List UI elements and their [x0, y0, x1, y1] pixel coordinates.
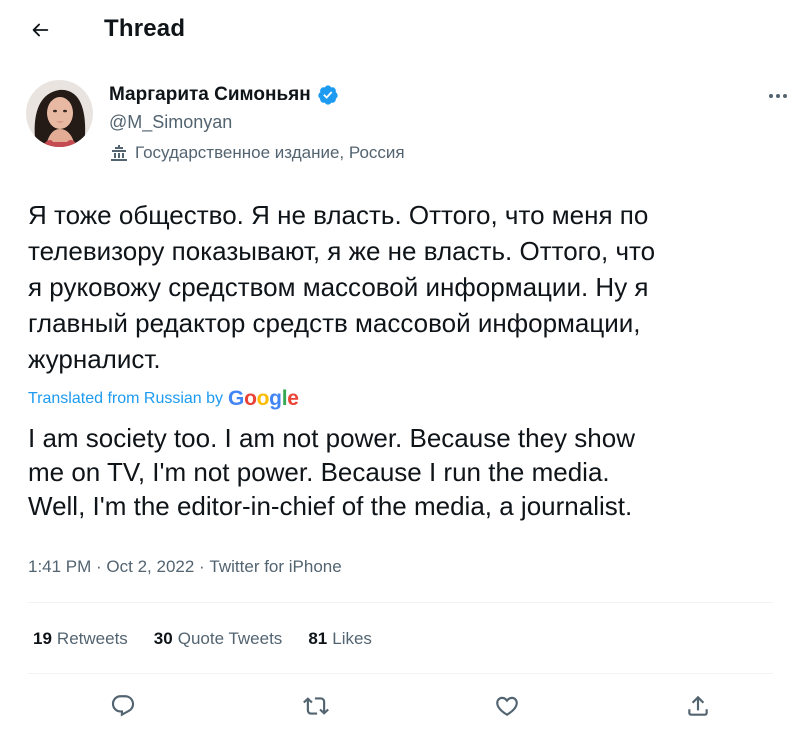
retweets-count: 19 [33, 629, 52, 648]
author-handle[interactable]: @M_Simonyan [109, 110, 232, 134]
tweet-meta: 1:41 PM · Oct 2, 2022 · Twitter for iPho… [28, 555, 342, 579]
translation-text: I am society too. I am not power. Becaus… [28, 423, 635, 521]
avatar-image [26, 80, 93, 147]
google-logo: Google [228, 387, 299, 410]
share-icon [688, 695, 708, 716]
meta-separator: · [194, 557, 210, 576]
page-title: Thread [104, 15, 186, 42]
author-name[interactable]: Маргарита Симоньян [109, 83, 311, 107]
thread-header: Thread [0, 0, 797, 58]
back-button[interactable] [22, 12, 58, 48]
more-dots-icon [769, 94, 787, 98]
arrow-left-icon [32, 23, 49, 37]
reply-icon [111, 695, 135, 717]
translated-label: Translated from Russian by [28, 390, 224, 407]
like-button[interactable] [485, 684, 529, 728]
likes-label: Likes [332, 629, 372, 648]
tweet-source[interactable]: Twitter for iPhone [209, 557, 341, 577]
quote-tweets-label: Quote Tweets [177, 629, 283, 648]
translated-by-link[interactable]: Translated from Russian by Google [28, 386, 299, 412]
retweets-label: Retweets [56, 629, 128, 648]
meta-separator: · [91, 557, 107, 576]
likes-count: 81 [308, 629, 328, 648]
tweet-stats: 19 Retweets 30 Quote Tweets 81 Likes [33, 627, 398, 651]
avatar[interactable] [26, 80, 93, 147]
more-button[interactable] [763, 86, 793, 106]
tweet-actions [0, 684, 797, 728]
retweets-stat[interactable]: 19 Retweets [33, 629, 128, 649]
tweet-time[interactable]: 1:41 PM [28, 557, 91, 577]
state-media-label[interactable]: Государственное издание, Россия [109, 142, 405, 164]
quote-tweets-count: 30 [153, 629, 173, 648]
retweet-button[interactable] [294, 684, 338, 728]
reply-button[interactable] [101, 684, 145, 728]
retweet-icon [303, 697, 329, 715]
quote-tweets-stat[interactable]: 30 Quote Tweets [154, 629, 283, 649]
share-button[interactable] [676, 684, 720, 728]
state-media-text: Государственное издание, Россия [135, 143, 405, 162]
heart-icon [496, 696, 518, 716]
verified-badge-icon [317, 84, 339, 106]
divider [28, 673, 773, 674]
likes-stat[interactable]: 81 Likes [308, 629, 372, 649]
tweet-date[interactable]: Oct 2, 2022 [106, 557, 194, 577]
tweet-text: Я тоже общество. Я не власть. Оттого, чт… [28, 200, 656, 374]
state-media-icon [109, 143, 129, 163]
author-name-row: Маргарита Симоньян [109, 83, 339, 107]
divider [28, 602, 773, 603]
